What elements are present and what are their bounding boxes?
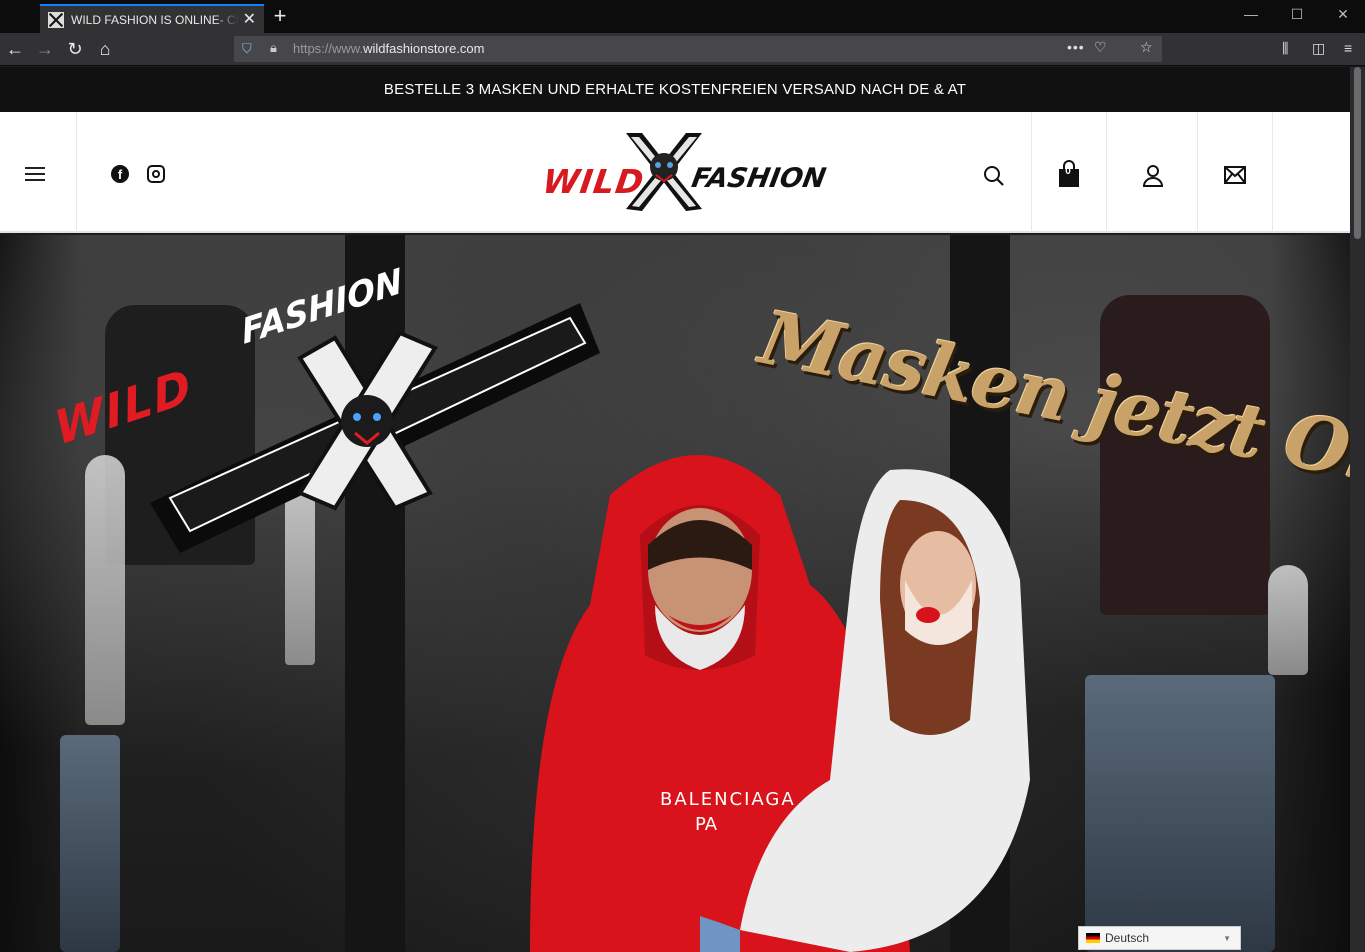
- pocket-icon[interactable]: ♡: [1094, 39, 1107, 56]
- browser-tab-bar: WILD FASHION IS ONLINE- CHECK ✕ + — ☐ ✕: [0, 0, 1365, 33]
- mannequin-hand-right: [1268, 565, 1308, 675]
- chevron-down-icon: ▼: [1223, 933, 1231, 943]
- instagram-icon[interactable]: [147, 165, 165, 183]
- facebook-icon[interactable]: f: [111, 165, 129, 183]
- browser-toolbar: ← → ↻ ⌂ ⛉ 🔒︎ https://www.wildfashionstor…: [0, 33, 1365, 66]
- hamburger-menu-icon[interactable]: [25, 167, 45, 181]
- menu-icon[interactable]: ≡: [1344, 40, 1352, 56]
- mannequin-arm-left: [85, 455, 125, 725]
- user-account-icon[interactable]: [1141, 164, 1165, 188]
- scrollbar-thumb[interactable]: [1354, 67, 1361, 239]
- mannequin-jeans-right: [1085, 675, 1275, 952]
- header-divider: [1197, 112, 1198, 233]
- maximize-icon[interactable]: ☐: [1287, 6, 1307, 23]
- header-divider: [1031, 112, 1032, 233]
- language-selector[interactable]: Deutsch ▼: [1078, 926, 1241, 950]
- language-label: Deutsch: [1105, 931, 1150, 945]
- close-tab-icon[interactable]: ✕: [243, 11, 256, 28]
- new-tab-icon[interactable]: +: [270, 5, 290, 27]
- address-bar[interactable]: ⛉ 🔒︎ https://www.wildfashionstore.com ••…: [234, 36, 1162, 62]
- site-favicon-icon: [48, 11, 64, 28]
- page-scrollbar[interactable]: [1350, 67, 1365, 952]
- search-icon[interactable]: [982, 164, 1006, 188]
- sidebar-icon[interactable]: ◫: [1312, 40, 1325, 57]
- url-text[interactable]: https://www.wildfashionstore.com: [293, 41, 484, 56]
- forward-arrow-icon[interactable]: →: [34, 38, 56, 60]
- german-flag-icon: [1086, 933, 1100, 943]
- header-divider: [1106, 112, 1107, 233]
- window-close-icon[interactable]: ✕: [1333, 6, 1353, 23]
- cart-count-badge: 0: [1065, 166, 1071, 177]
- header-divider: [1272, 112, 1273, 233]
- tab-title: WILD FASHION IS ONLINE- CHECK: [71, 12, 239, 27]
- lock-icon[interactable]: 🔒︎: [270, 40, 277, 56]
- minimize-icon[interactable]: —: [1241, 6, 1261, 22]
- home-icon[interactable]: ⌂: [94, 38, 116, 60]
- announcement-bar: BESTELLE 3 MASKEN UND ERHALTE KOSTENFREI…: [0, 67, 1350, 112]
- logo-fashion-text: FASHION: [689, 163, 829, 194]
- reload-icon[interactable]: ↻: [64, 38, 86, 60]
- hero-banner[interactable]: WILD FASHION Masken jetzt Online BALENCI…: [0, 235, 1350, 952]
- library-icon[interactable]: ⫼: [1282, 40, 1288, 57]
- site-header: f WILD FASHION: [0, 112, 1350, 233]
- back-arrow-icon[interactable]: ←: [4, 38, 26, 60]
- tracking-shield-icon[interactable]: ⛉: [242, 41, 256, 57]
- mail-envelope-icon[interactable]: [1224, 166, 1246, 184]
- page-actions-icon[interactable]: •••: [1067, 39, 1085, 55]
- model-woman-white-hoodie: [700, 469, 1030, 952]
- bookmark-star-icon[interactable]: ☆: [1140, 39, 1153, 56]
- header-divider: [76, 112, 77, 233]
- mannequin-jeans-left: [60, 735, 120, 952]
- browser-tab[interactable]: WILD FASHION IS ONLINE- CHECK ✕: [40, 4, 264, 33]
- site-logo[interactable]: WILD FASHION: [540, 127, 828, 219]
